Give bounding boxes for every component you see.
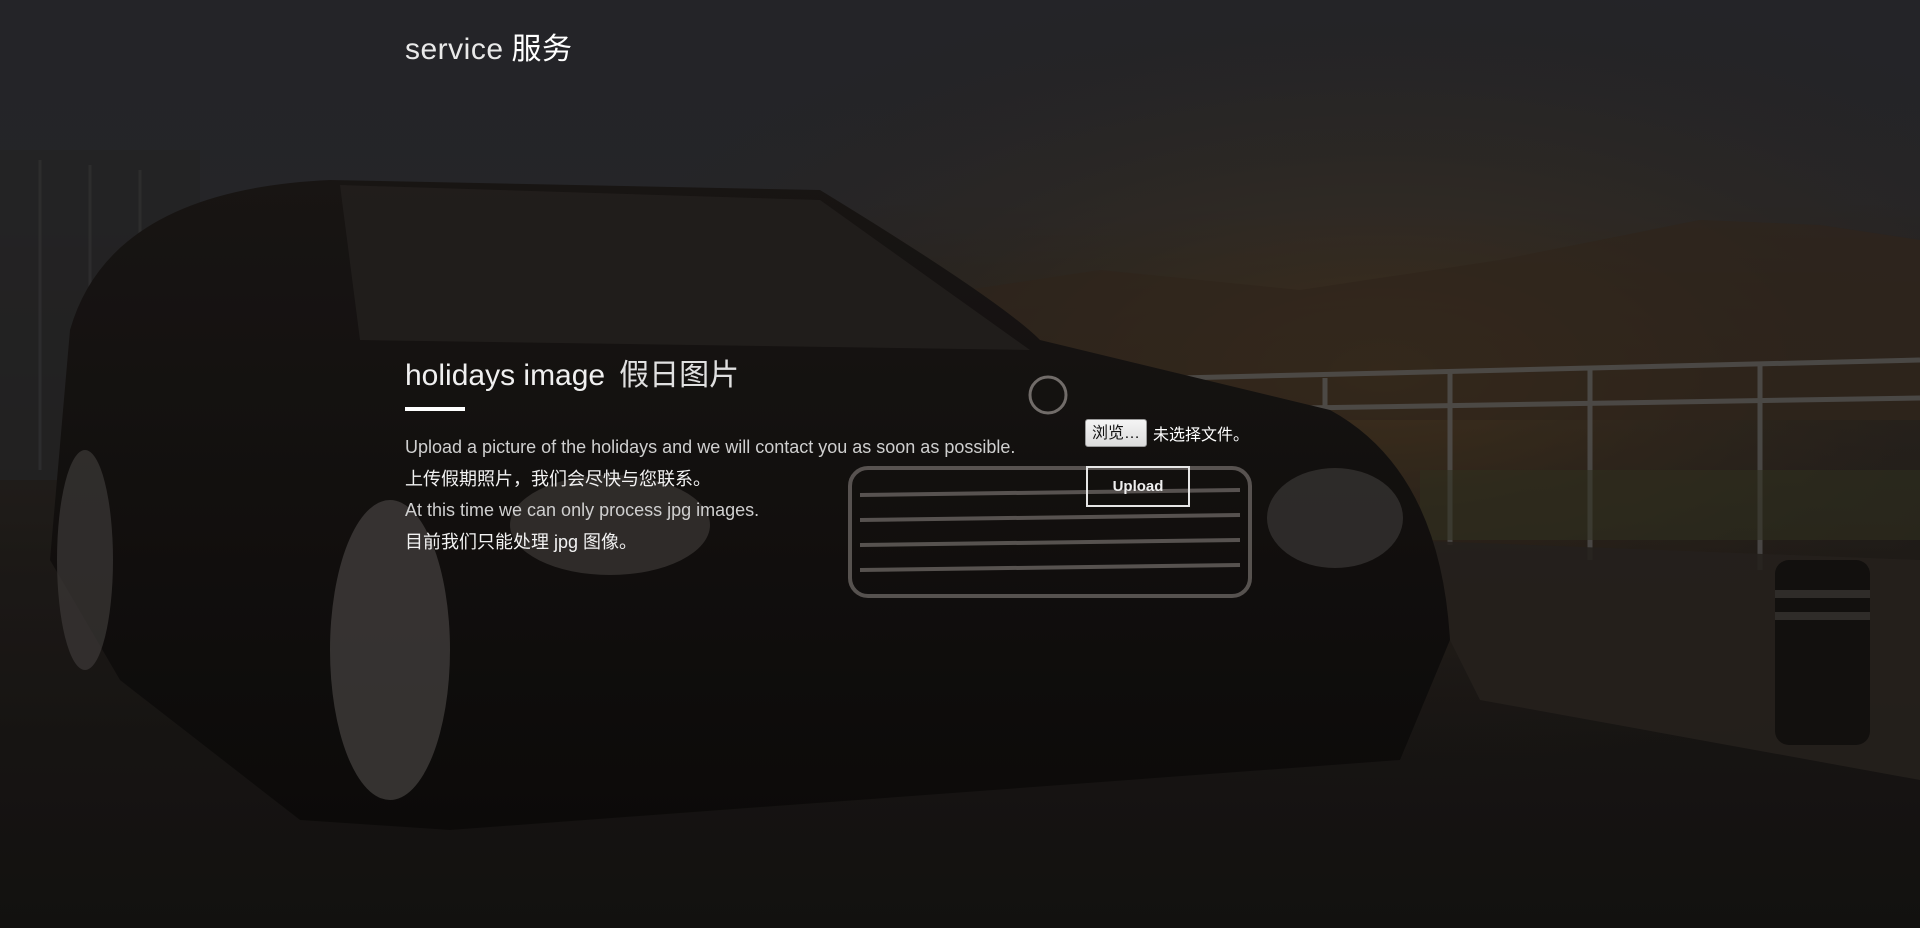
upload-button[interactable]: Upload — [1086, 466, 1190, 507]
file-input[interactable]: 浏览… 未选择文件。 — [1085, 418, 1285, 448]
section-title-en: holidays image — [405, 359, 606, 392]
upload-form: 浏览… 未选择文件。 Upload — [1085, 418, 1285, 507]
description-line-en-2: At this time we can only process jpg ima… — [405, 500, 760, 520]
brand-name-en: service — [405, 33, 504, 66]
description-line-en-1: Upload a picture of the holidays and we … — [405, 437, 1016, 457]
browse-button[interactable]: 浏览… — [1085, 419, 1148, 447]
page: service 服务 holidays image 假日图片 Upload a pi… — [0, 0, 1920, 928]
description-line-zh-1: 上传假期照片，我们会尽快与您联系。 — [405, 468, 711, 489]
file-status-label: 未选择文件。 — [1153, 427, 1250, 444]
section-title-zh: 假日图片 — [619, 359, 740, 392]
description-line-zh-2: 目前我们只能处理 jpg 图像。 — [405, 531, 638, 552]
section-title: holidays image 假日图片 — [405, 350, 739, 394]
site-brand[interactable]: service 服务 — [405, 24, 573, 68]
brand-name-zh: 服务 — [511, 33, 573, 66]
title-underline — [405, 407, 465, 411]
section-description: Upload a picture of the holidays and we … — [405, 432, 1015, 558]
